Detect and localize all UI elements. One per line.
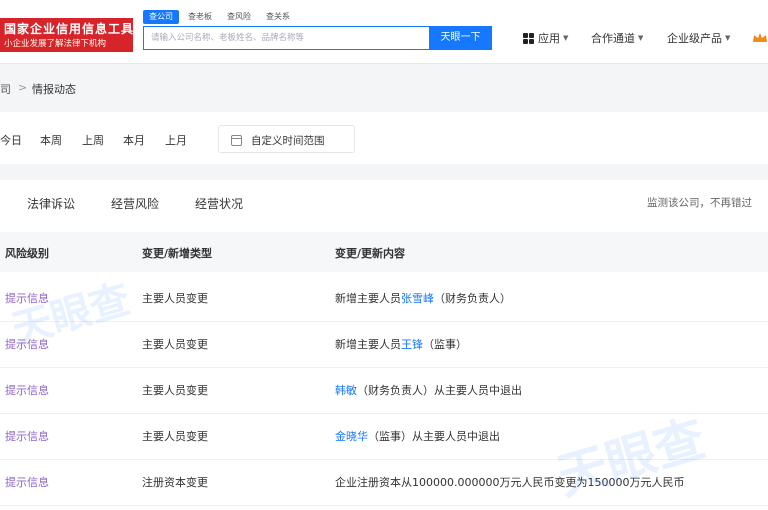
breadcrumb-parent[interactable]: 司 xyxy=(0,81,11,97)
custom-date-range-button[interactable]: 自定义时间范围 xyxy=(218,125,355,153)
person-link[interactable]: 王锋 xyxy=(401,338,423,351)
content-prefix: 新增主要人员 xyxy=(335,292,401,305)
change-content-cell: 金晓华（监事）从主要人员中退出 xyxy=(335,428,500,444)
nav-enterprise-products-label: 企业级产品 xyxy=(667,32,722,45)
tab-search-relation[interactable]: 查关系 xyxy=(260,10,296,24)
nav-cooperation[interactable]: 合作通道 ▼ xyxy=(591,30,643,46)
apps-grid-icon xyxy=(523,32,534,44)
risk-level-cell[interactable]: 提示信息 xyxy=(5,290,49,306)
risk-level-cell[interactable]: 提示信息 xyxy=(5,382,49,398)
change-type-cell: 主要人员变更 xyxy=(142,292,208,305)
content-suffix: （监事）从主要人员中退出 xyxy=(368,430,500,443)
site-logo[interactable]: 国家企业信用信息工具 小企业发展了解法律下机构 xyxy=(0,18,133,52)
table-row: 提示信息 注册资本变更 企业注册资本从100000.000000万元人民币变更为… xyxy=(0,460,768,506)
search-box xyxy=(143,26,431,50)
change-type-cell: 主要人员变更 xyxy=(142,384,208,397)
change-type-cell: 主要人员变更 xyxy=(142,430,208,443)
nav-apps-label: 应用 xyxy=(538,32,560,45)
calendar-icon xyxy=(231,135,242,146)
tab-business-risk[interactable]: 经营风险 xyxy=(111,195,159,212)
nav-cooperation-label: 合作通道 xyxy=(591,32,635,45)
vip-crown-icon[interactable] xyxy=(752,32,768,44)
column-change-content: 变更/更新内容 xyxy=(335,247,406,260)
table-row: 提示信息 主要人员变更 韩敏（财务负责人）从主要人员中退出 xyxy=(0,368,768,414)
column-change-type: 变更/新增类型 xyxy=(142,247,213,260)
change-content-cell: 韩敏（财务负责人）从主要人员中退出 xyxy=(335,382,522,398)
risk-level-cell[interactable]: 提示信息 xyxy=(5,336,49,352)
person-link[interactable]: 韩敏 xyxy=(335,384,357,397)
logo-subtitle: 小企业发展了解法律下机构 xyxy=(4,39,107,49)
chevron-down-icon: ▼ xyxy=(563,34,569,42)
content-prefix: 新增主要人员 xyxy=(335,338,401,351)
breadcrumb-separator-icon: > xyxy=(18,81,28,94)
monitor-note[interactable]: 监测该公司，不再错过 xyxy=(647,195,752,210)
custom-range-label: 自定义时间范围 xyxy=(251,135,325,147)
change-content-cell: 企业注册资本从100000.000000万元人民币变更为150000万元人民币 xyxy=(335,474,684,490)
table-row: 提示信息 主要人员变更 新增主要人员王锋（监事） xyxy=(0,322,768,368)
change-type-cell: 主要人员变更 xyxy=(142,338,208,351)
change-content-cell: 新增主要人员王锋（监事） xyxy=(335,336,467,352)
nav-apps[interactable]: 应用 ▼ xyxy=(523,30,568,46)
table-row: 提示信息 主要人员变更 新增主要人员张雪峰（财务负责人） xyxy=(0,276,768,322)
chevron-down-icon: ▼ xyxy=(638,34,644,42)
tab-search-company[interactable]: 查公司 xyxy=(143,10,179,24)
dynamics-panel: 法律诉讼 经营风险 经营状况 监测该公司，不再错过 风险级别 变更/新增类型 变… xyxy=(0,180,768,510)
change-content-cell: 新增主要人员张雪峰（财务负责人） xyxy=(335,290,511,306)
breadcrumb-current: 情报动态 xyxy=(32,83,76,96)
top-header: 国家企业信用信息工具 小企业发展了解法律下机构 查公司 查老板 查风险 查关系 … xyxy=(0,0,768,64)
person-link[interactable]: 张雪峰 xyxy=(401,292,434,305)
tab-search-boss[interactable]: 查老板 xyxy=(182,10,218,24)
nav-enterprise-products[interactable]: 企业级产品 ▼ xyxy=(667,30,730,46)
table-row: 提示信息 主要人员变更 金晓华（监事）从主要人员中退出 xyxy=(0,414,768,460)
search-type-tabs: 查公司 查老板 查风险 查关系 xyxy=(143,10,299,24)
filter-today[interactable]: 今日 xyxy=(0,132,22,148)
content-suffix: （财务负责人） xyxy=(434,292,511,305)
content-suffix: （财务负责人）从主要人员中退出 xyxy=(357,384,522,397)
filter-this-month[interactable]: 本月 xyxy=(123,132,145,148)
tab-business-status[interactable]: 经营状况 xyxy=(195,195,243,212)
filter-last-week[interactable]: 上周 xyxy=(82,132,104,148)
chevron-down-icon: ▼ xyxy=(725,34,731,42)
tab-legal-litigation[interactable]: 法律诉讼 xyxy=(27,195,75,212)
tab-search-risk[interactable]: 查风险 xyxy=(221,10,257,24)
content-suffix: （监事） xyxy=(423,338,467,351)
filter-last-month[interactable]: 上月 xyxy=(165,132,187,148)
breadcrumb: 司 > 情报动态 xyxy=(0,64,768,110)
content-prefix: 企业注册资本从100000.000000万元人民币变更为150000万元人民币 xyxy=(335,476,685,489)
logo-title: 国家企业信用信息工具 xyxy=(4,22,135,36)
search-button[interactable]: 天眼一下 xyxy=(429,26,492,50)
table-header: 风险级别 变更/新增类型 变更/更新内容 xyxy=(0,232,768,272)
search-input[interactable] xyxy=(144,27,431,49)
person-link[interactable]: 金晓华 xyxy=(335,430,368,443)
column-risk-level: 风险级别 xyxy=(5,247,49,260)
risk-level-cell[interactable]: 提示信息 xyxy=(5,428,49,444)
risk-level-cell[interactable]: 提示信息 xyxy=(5,474,49,490)
filter-this-week[interactable]: 本周 xyxy=(40,132,62,148)
change-type-cell: 注册资本变更 xyxy=(142,476,208,489)
time-filter-bar: 今日 本周 上周 本月 上月 自定义时间范围 xyxy=(0,112,768,164)
